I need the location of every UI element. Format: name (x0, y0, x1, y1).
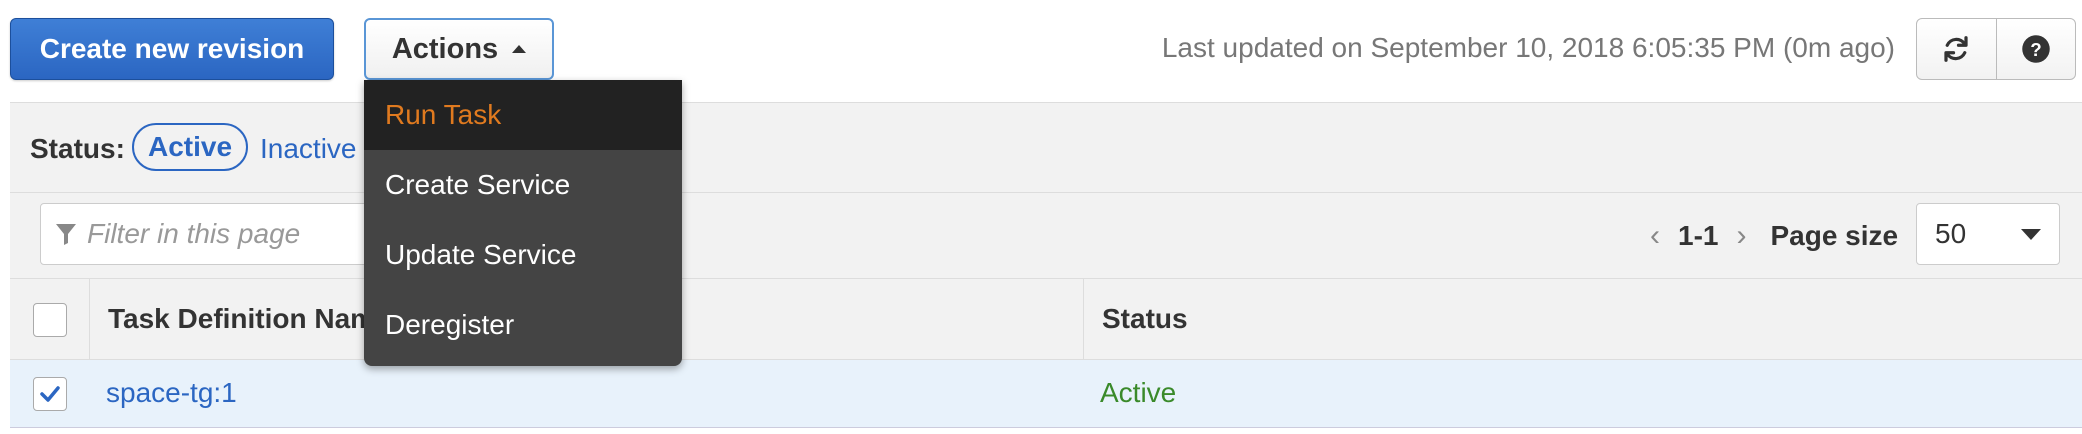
actions-dropdown-menu: Run Task Create Service Update Service D… (364, 80, 682, 366)
page-size-label: Page size (1770, 220, 1899, 251)
refresh-icon (1944, 36, 1968, 62)
status-label: Status: (30, 133, 125, 164)
pagination: ‹ 1-1 › Page size (1650, 219, 1898, 253)
menu-item-deregister[interactable]: Deregister (364, 290, 682, 360)
status-filter-bar: Status: Active Inactive (10, 102, 2082, 192)
table-row[interactable]: space-tg:1 Active (10, 360, 2082, 428)
column-divider (1083, 279, 1084, 361)
menu-item-update-service[interactable]: Update Service (364, 220, 682, 290)
refresh-button[interactable] (1917, 19, 1996, 79)
filter-box[interactable] (40, 203, 380, 265)
filter-toolbar: ‹ 1-1 › Page size 50 (10, 192, 2082, 278)
actions-button[interactable]: Actions (364, 18, 554, 80)
page-size-value: 50 (1935, 218, 1967, 249)
filter-input[interactable] (85, 217, 365, 251)
column-header-task-definition-name[interactable]: Task Definition Name (108, 303, 391, 335)
status-inactive-link[interactable]: Inactive (260, 133, 357, 165)
column-header-status[interactable]: Status (1102, 303, 1188, 335)
caret-up-icon (512, 45, 527, 53)
page-range: 1-1 (1678, 220, 1719, 251)
menu-item-create-service[interactable]: Create Service (364, 150, 682, 220)
help-button[interactable]: ? (1995, 19, 2076, 79)
status-active-pill[interactable]: Active (132, 123, 249, 171)
question-circle-icon: ? (2022, 35, 2050, 63)
row-status: Active (1100, 377, 1177, 408)
create-new-revision-button[interactable]: Create new revision (10, 18, 334, 80)
page-size-select[interactable]: 50 (1916, 203, 2060, 265)
filter-icon (56, 224, 76, 245)
actions-button-label: Actions (391, 32, 499, 65)
last-updated-text: Last updated on September 10, 2018 6:05:… (1161, 32, 1895, 63)
task-definition-link[interactable]: space-tg:1 (106, 377, 237, 409)
select-all-cell (10, 279, 90, 361)
toolbar-icon-group: ? (1916, 18, 2076, 80)
table-header: Task Definition Name Status (10, 278, 2082, 361)
row-checkbox[interactable] (33, 377, 67, 411)
next-page-icon[interactable]: › (1736, 219, 1746, 253)
previous-page-icon[interactable]: ‹ (1650, 219, 1660, 253)
chevron-down-icon (2021, 228, 2041, 240)
checkmark-icon (40, 386, 60, 402)
svg-text:?: ? (2030, 39, 2041, 60)
menu-item-run-task[interactable]: Run Task (364, 80, 682, 150)
row-select-cell (10, 360, 90, 428)
select-all-checkbox[interactable] (32, 303, 67, 337)
